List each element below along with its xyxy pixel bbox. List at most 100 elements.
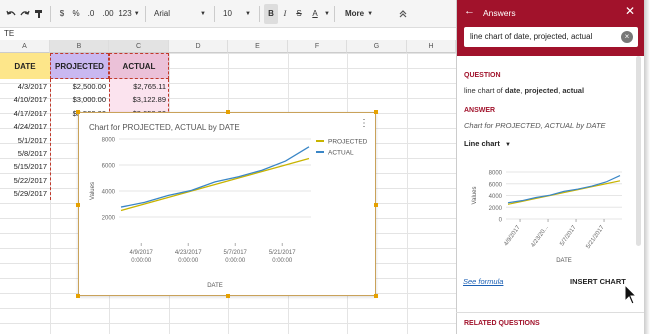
legend-label: PROJECTED [328, 139, 368, 146]
x-tick-time: 0:00:00 [178, 258, 199, 264]
x-tick-label: 5/7/2017 [224, 250, 248, 256]
question-date: date [504, 86, 521, 95]
resize-handle[interactable] [226, 294, 230, 298]
see-formula-link[interactable]: See formula [463, 277, 503, 286]
back-arrow-icon[interactable]: ← [464, 5, 475, 17]
y-tick-label: 8000 [489, 171, 503, 177]
answers-header: ← Answers ✕ line chart of date, projecte… [457, 0, 645, 56]
bold-button[interactable]: B [264, 3, 278, 24]
clear-icon[interactable]: × [621, 31, 633, 43]
y-tick-label: 6000 [102, 164, 116, 170]
resize-handle[interactable] [226, 110, 230, 114]
column-header-h[interactable]: H [407, 40, 456, 53]
series-line-actual [120, 146, 310, 208]
series-line-actual [507, 174, 621, 204]
column-header-e[interactable]: E [228, 40, 288, 53]
text-color-button[interactable]: A [306, 4, 324, 24]
answer-text: Chart for PROJECTED, ACTUAL by DATE [464, 121, 606, 130]
header-cell-projected[interactable]: PROJECTED [50, 53, 109, 79]
undo-icon[interactable] [4, 4, 18, 24]
increase-decimal-button[interactable]: .00 [99, 4, 117, 24]
mini-line-chart: 0 2000 4000 6000 8000 4/9/2017 4/23/20... 5/7/2… [472, 171, 622, 264]
italic-button[interactable]: I [278, 4, 292, 24]
x-tick-label: 4/9/2017 [503, 224, 522, 247]
table-cell[interactable]: 5/15/2017 [0, 160, 50, 173]
divider [407, 53, 408, 334]
paint-format-icon[interactable] [32, 4, 46, 24]
more-formats-button[interactable]: 123 ▼ [117, 4, 141, 24]
table-cell[interactable]: $3,122.89 [109, 93, 169, 106]
text-color-label: A [312, 8, 318, 18]
close-icon[interactable]: ✕ [625, 4, 635, 18]
header-cell-actual[interactable]: ACTUAL [109, 53, 169, 79]
strikethrough-button[interactable]: S [292, 4, 306, 24]
currency-format-button[interactable]: $ [55, 4, 69, 24]
resize-handle[interactable] [76, 203, 80, 207]
divider [456, 312, 644, 313]
resize-handle[interactable] [374, 110, 378, 114]
table-cell[interactable]: 4/17/2017 [0, 107, 50, 120]
chevron-down-icon[interactable]: ▼ [324, 4, 330, 24]
toolbar: $ % .0 .00 123 ▼ Arial ▼ 10 ▼ B I S A ▼ … [0, 0, 456, 28]
y-axis-label: Values [90, 182, 96, 200]
table-cell[interactable]: 5/8/2017 [0, 147, 50, 160]
y-tick-label: 2000 [489, 206, 503, 212]
mouse-cursor-icon [624, 284, 638, 305]
table-cell[interactable]: $2,500.00 [50, 80, 109, 93]
question-text: line chart of date, projected, actual [464, 86, 584, 95]
insert-chart-button[interactable]: INSERT CHART [570, 277, 626, 286]
percent-format-button[interactable]: % [69, 4, 83, 24]
question-actual: actual [562, 86, 585, 95]
x-axis-label: DATE [556, 258, 572, 264]
resize-handle[interactable] [76, 294, 80, 298]
embedded-chart[interactable]: Chart for PROJECTED, ACTUAL by DATE ⋮ 20… [78, 112, 376, 296]
chart-type-select[interactable]: Line chart ▼ [464, 139, 511, 148]
table-cell[interactable]: 5/29/2017 [0, 187, 50, 200]
question-label: QUESTION [464, 72, 501, 79]
related-questions-label: RELATED QUESTIONS [464, 320, 540, 327]
question-projected: projected [524, 86, 559, 95]
column-header-c[interactable]: C [109, 40, 169, 53]
x-tick-time: 0:00:00 [225, 258, 246, 264]
column-header-b[interactable]: B [50, 40, 109, 53]
table-cell[interactable]: 4/24/2017 [0, 120, 50, 133]
x-tick-label: 4/9/2017 [130, 250, 154, 256]
x-tick-label: 5/7/2017 [559, 224, 578, 247]
chevron-down-icon: ▼ [133, 10, 140, 17]
chevron-down-icon: ▼ [245, 10, 251, 17]
column-header-g[interactable]: G [347, 40, 407, 53]
table-cell[interactable]: 4/10/2017 [0, 93, 50, 106]
resize-handle[interactable] [374, 203, 378, 207]
header-cell-date[interactable]: DATE [0, 53, 50, 79]
question-prefix: line chart of [464, 86, 505, 95]
series-line-projected [120, 157, 310, 212]
divider [334, 5, 335, 22]
font-size-select[interactable]: 10 ▼ [219, 4, 255, 24]
panel-scrollbar[interactable] [636, 56, 641, 246]
resize-handle[interactable] [76, 110, 80, 114]
table-cell[interactable]: 5/1/2017 [0, 134, 50, 147]
column-header-d[interactable]: D [169, 40, 228, 53]
x-tick-label: 5/21/2017 [269, 250, 296, 256]
query-text: line chart of date, projected, actual [470, 32, 593, 41]
y-tick-label: 8000 [102, 138, 116, 144]
more-button[interactable]: More ▼ [339, 4, 379, 24]
panel-title: Answers [483, 8, 516, 18]
table-cell[interactable]: $2,765.11 [109, 80, 169, 93]
collapse-icon[interactable] [393, 4, 413, 24]
column-header-a[interactable]: A [0, 40, 50, 53]
resize-handle[interactable] [374, 294, 378, 298]
name-box[interactable]: TE [0, 28, 456, 39]
answers-query-input[interactable]: line chart of date, projected, actual × [464, 27, 638, 47]
column-header-f[interactable]: F [288, 40, 347, 53]
decrease-decimal-button[interactable]: .0 [83, 4, 99, 24]
panel-edge [644, 0, 650, 334]
font-family-select[interactable]: Arial ▼ [150, 4, 210, 24]
y-tick-label: 4000 [102, 190, 116, 196]
table-cell[interactable]: $3,000.00 [50, 93, 109, 106]
table-cell[interactable]: 4/3/2017 [0, 80, 50, 93]
table-cell[interactable]: 5/22/2017 [0, 174, 50, 187]
divider [50, 5, 51, 22]
redo-icon[interactable] [18, 4, 32, 24]
series-line-projected [507, 180, 621, 205]
